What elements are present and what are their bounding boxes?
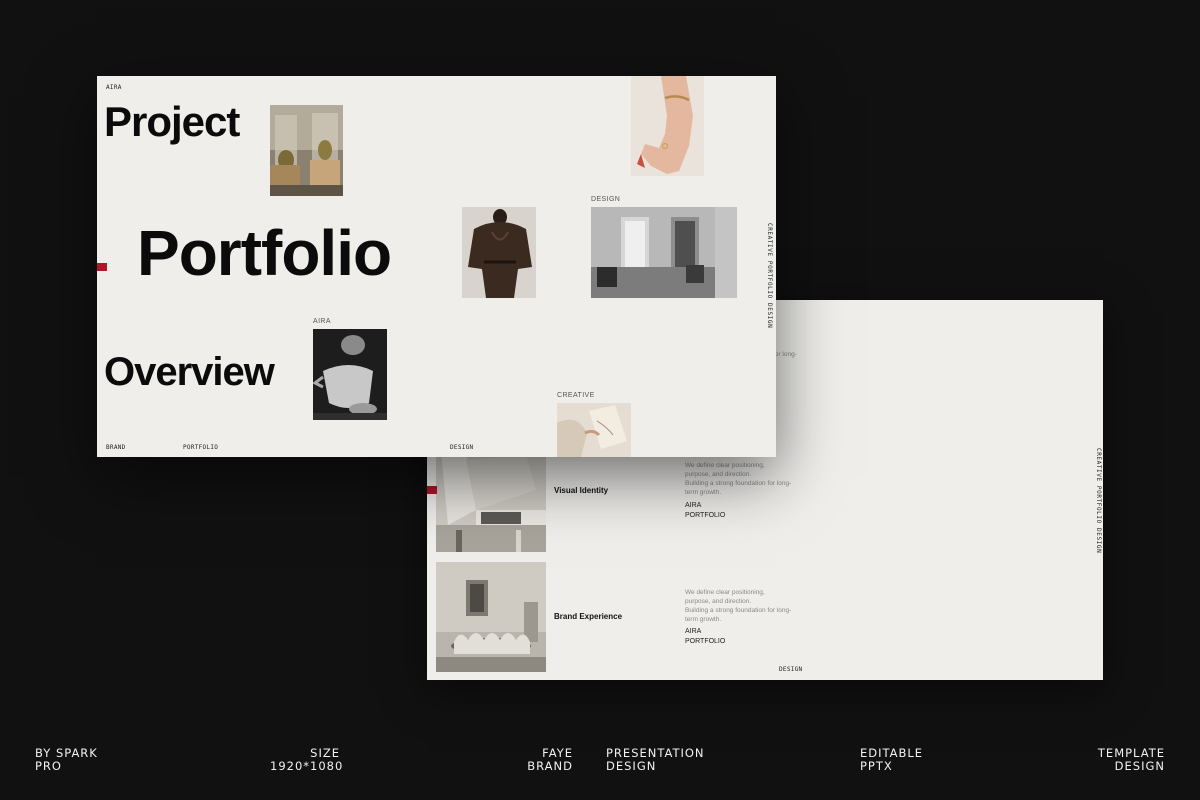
footer-design: DESIGN	[450, 444, 474, 451]
pottery-photo	[313, 329, 387, 420]
vase-display-photo	[270, 105, 343, 196]
front-top-label: AIRA	[106, 84, 122, 91]
row-title-brand-experience: Brand Experience	[554, 612, 623, 621]
front-slide: AIRA Project Portfolio Overview DESIGN A…	[97, 76, 776, 457]
row-desc-brand-experience: We define clear positioning, purpose, an…	[685, 589, 792, 623]
book-hands-photo	[557, 403, 631, 457]
title-word-overview: Overview	[104, 350, 275, 394]
info-by-spark-pro: BY SPARK PRO	[35, 746, 98, 773]
label-creative: CREATIVE	[557, 392, 595, 399]
row-title-visual-identity: Visual Identity	[554, 486, 609, 495]
info-faye-brand: FAYE BRAND	[527, 746, 573, 773]
hand-bracelet-photo	[631, 76, 704, 176]
interior-doors-photo	[591, 207, 737, 298]
front-vertical-text: CREATIVE PORTFOLIO DESIGN	[766, 223, 773, 329]
front-red-mark	[97, 263, 107, 271]
title-word-project: Project	[104, 98, 240, 145]
desc-fragment: for long-	[773, 351, 797, 358]
back-red-mark	[427, 486, 437, 494]
footer-brand: BRAND	[106, 444, 126, 451]
info-template-design: TEMPLATE DESIGN	[1097, 746, 1165, 773]
info-presentation-design: PRESENTATION DESIGN	[606, 746, 705, 773]
label-aira: AIRA	[313, 318, 331, 325]
back-footer-label: DESIGN	[779, 666, 803, 673]
bottom-info-bar: BY SPARK PRO SIZE 1920*1080 FAYE BRAND PRES…	[0, 747, 1200, 777]
label-design: DESIGN	[591, 196, 621, 203]
leather-coat-photo	[462, 207, 536, 298]
info-size: SIZE 1920*1080	[270, 746, 344, 773]
brand-experience-photo	[436, 562, 546, 672]
row-meta-visual-identity: AIRA PORTFOLIO	[685, 502, 726, 519]
back-vertical-text: CREATIVE PORTFOLIO DESIGN	[1095, 448, 1102, 554]
visual-identity-photo	[436, 450, 546, 552]
info-editable-pptx: EDITABLE PPTX	[860, 746, 924, 773]
row-meta-brand-experience: AIRA PORTFOLIO	[685, 628, 726, 645]
row-desc-visual-identity: We define clear positioning, purpose, an…	[685, 462, 792, 496]
footer-portfolio: PORTFOLIO	[183, 444, 219, 451]
title-word-portfolio: Portfolio	[137, 217, 392, 289]
